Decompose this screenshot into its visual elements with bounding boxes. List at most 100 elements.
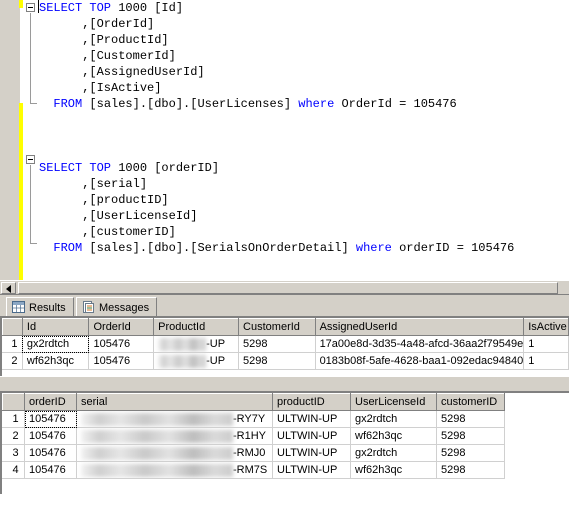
table-cell[interactable]: 105476 <box>24 461 77 479</box>
code-line: SELECT TOP 1000 [orderID] <box>39 160 569 176</box>
scroll-left-button[interactable] <box>1 282 16 294</box>
table-row[interactable]: 4 105476 -RM7S ULTWIN-UP wf62h3qc 5298 <box>2 461 505 479</box>
code-token: where <box>355 241 392 255</box>
collapse-toggle-query1[interactable] <box>26 3 35 12</box>
grid-corner-header[interactable] <box>2 318 23 336</box>
sql-editor-pane[interactable]: SELECT TOP 1000 [Id] ,[OrderId] ,[Produc… <box>0 0 569 294</box>
results-grid-userlicenses[interactable]: Id OrderId ProductId CustomerId AssignedUser… <box>0 316 569 376</box>
table-cell[interactable]: wf62h3qc <box>22 352 90 370</box>
table-cell[interactable]: 5298 <box>238 352 316 370</box>
results-grid-serialsonorderdetail[interactable]: orderID serial productID UserLicenseId custo… <box>0 391 569 494</box>
code-token: where <box>298 97 335 111</box>
table-cell[interactable]: 1 <box>523 335 569 353</box>
code-token: ,[OrderId] <box>39 17 155 31</box>
table-cell[interactable]: ULTWIN-UP <box>272 410 351 428</box>
row-header[interactable]: 1 <box>2 335 23 353</box>
table-cell[interactable]: -UP <box>153 352 240 370</box>
table-cell[interactable]: ULTWIN-UP <box>272 427 351 445</box>
outline-foot-query2 <box>30 243 37 244</box>
visible-value-suffix: -RM7S <box>233 464 268 476</box>
grid-corner-header[interactable] <box>2 393 25 411</box>
row-header[interactable]: 2 <box>2 352 23 370</box>
table-cell[interactable]: 0183b08f-5afe-4628-baa1-092edac94840 <box>315 352 525 370</box>
table-cell[interactable]: 105476 <box>88 352 155 370</box>
scroll-thumb[interactable] <box>18 282 558 294</box>
table-cell[interactable]: 105476 <box>24 410 77 428</box>
table-cell[interactable]: 5298 <box>436 427 505 445</box>
tab-messages[interactable]: Messages <box>76 297 158 317</box>
table-cell[interactable]: -R1HY <box>76 427 273 445</box>
outline-line-query1 <box>30 13 31 103</box>
table-row[interactable]: 2 wf62h3qc 105476 -UP 5298 0183b08f-5afe-4628… <box>2 352 569 370</box>
table-row[interactable]: 3 105476 -RMJ0 ULTWIN-UP gx2rdtch 5298 <box>2 444 505 462</box>
collapse-toggle-query2[interactable] <box>26 155 35 164</box>
table-cell[interactable]: -RMJ0 <box>76 444 273 462</box>
table-cell[interactable]: 105476 <box>24 427 77 445</box>
code-line: ,[CustomerId] <box>39 48 569 64</box>
row-header[interactable]: 2 <box>2 427 25 445</box>
code-line: FROM [sales].[dbo].[SerialsOnOrderDetail… <box>39 240 569 256</box>
code-token: ,[ProductId] <box>39 33 169 47</box>
redacted-value <box>158 354 207 368</box>
table-cell[interactable]: 105476 <box>24 444 77 462</box>
table-header-row: orderID serial productID UserLicenseId custo… <box>2 393 505 411</box>
results-table-1[interactable]: Id OrderId ProductId CustomerId AssignedUser… <box>2 318 569 370</box>
column-header-id[interactable]: Id <box>21 318 90 336</box>
row-header[interactable]: 4 <box>2 461 25 479</box>
table-cell[interactable]: wf62h3qc <box>350 461 437 479</box>
visible-value-suffix: -R1HY <box>233 430 267 442</box>
sql-statement-query2[interactable]: SELECT TOP 1000 [orderID] ,[serial] ,[pr… <box>39 160 569 256</box>
column-header-assigneduserid[interactable]: AssignedUserId <box>314 318 525 336</box>
code-token: 1000 [orderID] <box>118 161 220 175</box>
grid-splitter[interactable] <box>0 376 569 391</box>
editor-horizontal-scrollbar[interactable] <box>0 280 569 294</box>
code-token: [sales].[dbo].[SerialsOnOrderDetail] <box>82 241 356 255</box>
code-line: ,[AssignedUserId] <box>39 64 569 80</box>
column-header-productid[interactable]: ProductId <box>153 318 240 336</box>
table-cell[interactable]: 5298 <box>436 461 505 479</box>
table-cell[interactable]: 5298 <box>238 335 316 353</box>
table-cell[interactable]: 1 <box>523 352 569 370</box>
code-line: ,[IsActive] <box>39 80 569 96</box>
editor-outline-margin <box>23 0 39 280</box>
redacted-value <box>158 337 207 351</box>
table-cell[interactable]: 17a00e8d-3d35-4a48-afcd-36aa2f79549e <box>315 335 525 353</box>
editor-indicator-margin <box>0 0 20 280</box>
table-row[interactable]: 1 gx2rdtch 105476 -UP 5298 17a00e8d-3d35-4a48… <box>2 335 569 353</box>
column-header-orderid[interactable]: OrderId <box>88 318 155 336</box>
table-cell[interactable]: 105476 <box>88 335 155 353</box>
table-cell[interactable]: gx2rdtch <box>22 335 90 353</box>
row-header[interactable]: 3 <box>2 444 25 462</box>
editor-code-area[interactable]: SELECT TOP 1000 [Id] ,[OrderId] ,[Produc… <box>38 0 569 256</box>
column-header-customerid[interactable]: customerID <box>436 393 505 411</box>
tab-results[interactable]: Results <box>6 297 74 317</box>
table-cell[interactable]: 5298 <box>436 410 505 428</box>
column-header-orderid[interactable]: orderID <box>24 393 77 411</box>
code-token: FROM <box>53 241 83 255</box>
results-table-2[interactable]: orderID serial productID UserLicenseId custo… <box>2 393 505 479</box>
table-cell[interactable]: wf62h3qc <box>350 427 437 445</box>
column-header-productid[interactable]: productID <box>272 393 351 411</box>
table-cell[interactable]: ULTWIN-UP <box>272 444 351 462</box>
column-header-isactive[interactable]: IsActive <box>523 318 569 336</box>
table-cell[interactable]: -UP <box>153 335 240 353</box>
sql-statement-query1[interactable]: SELECT TOP 1000 [Id] ,[OrderId] ,[Produc… <box>38 0 569 112</box>
table-cell[interactable]: 5298 <box>436 444 505 462</box>
column-header-serial[interactable]: serial <box>76 393 273 411</box>
visible-value-suffix: -UP <box>206 355 226 367</box>
table-cell[interactable]: -RM7S <box>76 461 273 479</box>
column-header-userlicenseid[interactable]: UserLicenseId <box>350 393 437 411</box>
table-cell[interactable]: ULTWIN-UP <box>272 461 351 479</box>
table-cell[interactable]: gx2rdtch <box>350 444 437 462</box>
code-token: ,[AssignedUserId] <box>39 65 205 79</box>
row-header[interactable]: 1 <box>2 410 25 428</box>
table-cell[interactable]: gx2rdtch <box>350 410 437 428</box>
table-row[interactable]: 1 105476 -RY7Y ULTWIN-UP gx2rdtch 5298 <box>2 410 505 428</box>
column-header-customerid[interactable]: CustomerId <box>238 318 316 336</box>
results-tabstrip[interactable]: Results Messages <box>0 294 569 317</box>
code-line: ,[productID] <box>39 192 569 208</box>
table-row[interactable]: 2 105476 -R1HY ULTWIN-UP wf62h3qc 5298 <box>2 427 505 445</box>
table-cell[interactable]: -RY7Y <box>76 410 273 428</box>
